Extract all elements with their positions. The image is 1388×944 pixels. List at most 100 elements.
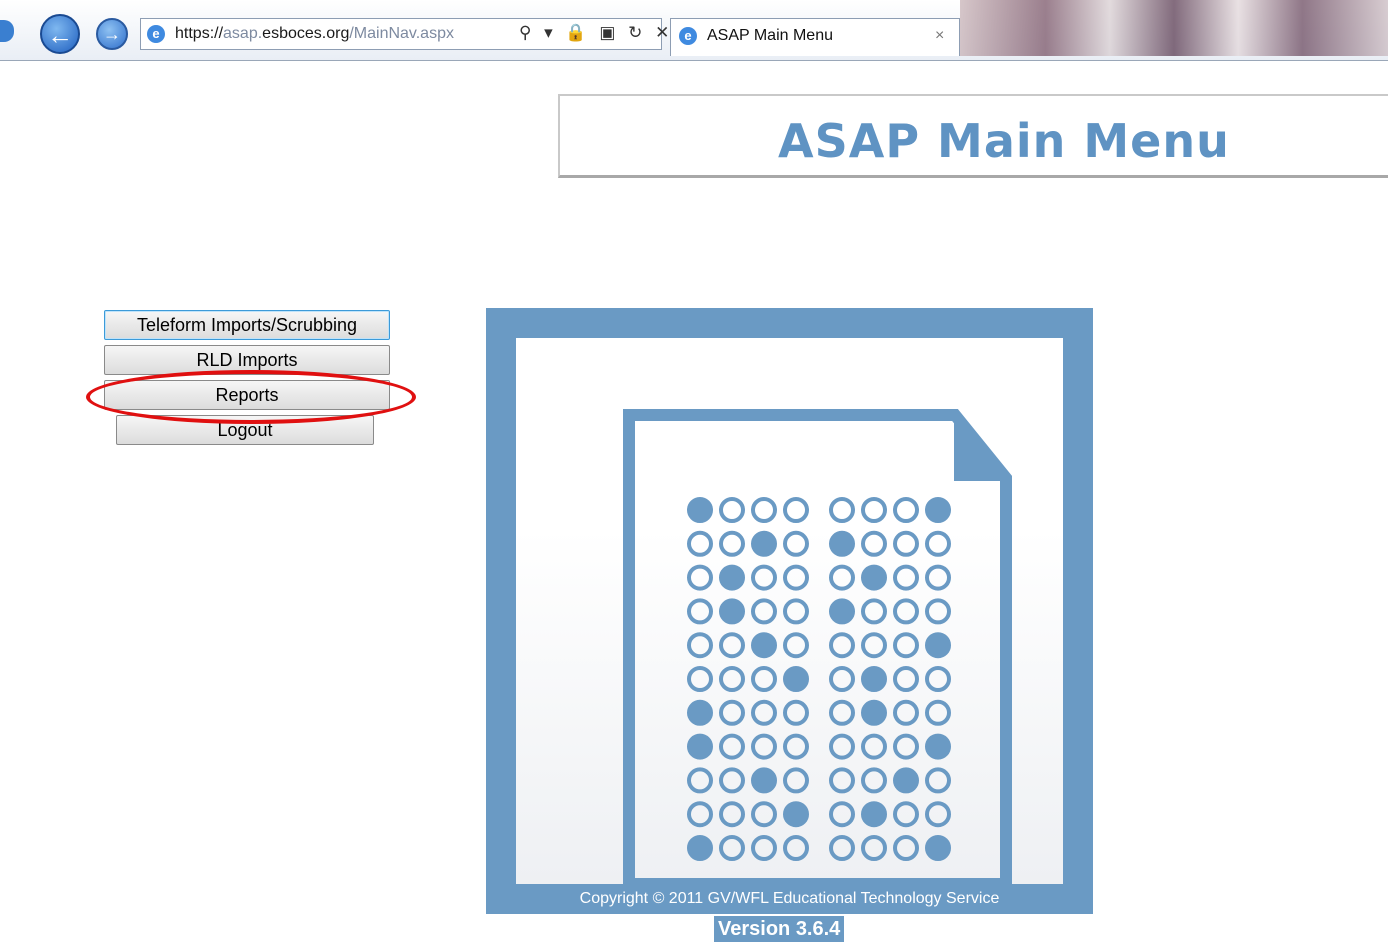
url-subdomain: asap. <box>223 25 263 42</box>
empty-bubble <box>893 733 919 760</box>
empty-bubble <box>829 733 855 760</box>
reports-button[interactable]: Reports <box>104 380 390 410</box>
empty-bubble <box>719 530 745 557</box>
desktop-background-strip <box>960 0 1388 56</box>
empty-bubble <box>719 666 745 692</box>
filled-bubble <box>687 497 713 523</box>
empty-bubble <box>829 632 855 659</box>
browser-tab[interactable]: e ASAP Main Menu × <box>670 18 960 56</box>
empty-bubble <box>893 530 919 557</box>
empty-bubble <box>751 835 777 861</box>
filled-bubble <box>751 530 777 557</box>
ie-app-icon <box>0 20 14 42</box>
version-label: Version 3.6.4 <box>714 916 845 942</box>
empty-bubble <box>893 497 919 523</box>
empty-bubble <box>687 530 713 557</box>
url-scheme: https:// <box>175 25 224 42</box>
logo-inner <box>516 338 1063 884</box>
empty-bubble <box>893 699 919 726</box>
empty-bubble <box>687 632 713 659</box>
empty-bubble <box>893 598 919 625</box>
tab-title: ASAP Main Menu <box>707 27 833 44</box>
empty-bubble <box>751 598 777 625</box>
empty-bubble <box>783 497 809 523</box>
empty-bubble <box>687 801 713 828</box>
empty-bubble <box>925 530 951 557</box>
url-domain: esboces.org <box>262 25 350 42</box>
address-bar-icons[interactable]: ⚲ ▾ 🔒 ▣ ↻ ✕ <box>519 23 673 43</box>
empty-bubble <box>861 835 887 861</box>
empty-bubble <box>783 835 809 861</box>
empty-bubble <box>783 530 809 557</box>
empty-bubble <box>751 497 777 523</box>
back-arrow-icon[interactable]: ← <box>40 14 80 54</box>
empty-bubble <box>893 564 919 591</box>
empty-bubble <box>893 835 919 861</box>
empty-bubble <box>783 767 809 794</box>
answer-sheet-icon <box>623 409 1012 884</box>
filled-bubble <box>687 835 713 861</box>
empty-bubble <box>925 801 951 828</box>
empty-bubble <box>861 767 887 794</box>
filled-bubble <box>861 666 887 692</box>
empty-bubble <box>861 733 887 760</box>
empty-bubble <box>751 733 777 760</box>
filled-bubble <box>893 767 919 794</box>
empty-bubble <box>829 835 855 861</box>
empty-bubble <box>829 699 855 726</box>
empty-bubble <box>751 801 777 828</box>
filled-bubble <box>829 598 855 625</box>
filled-bubble <box>783 666 809 692</box>
filled-bubble <box>861 699 887 726</box>
empty-bubble <box>861 497 887 523</box>
empty-bubble <box>719 767 745 794</box>
address-url[interactable]: https://asap.esboces.org/MainNav.aspx <box>175 25 454 43</box>
empty-bubble <box>925 564 951 591</box>
page-header: ASAP Main Menu <box>558 94 1388 178</box>
tab-close-icon[interactable]: × <box>935 27 944 45</box>
logout-button[interactable]: Logout <box>116 415 374 445</box>
filled-bubble <box>687 733 713 760</box>
empty-bubble <box>783 598 809 625</box>
filled-bubble <box>829 530 855 557</box>
empty-bubble <box>829 564 855 591</box>
filled-bubble <box>751 767 777 794</box>
empty-bubble <box>925 666 951 692</box>
empty-bubble <box>925 699 951 726</box>
filled-bubble <box>861 801 887 828</box>
filled-bubble <box>925 632 951 659</box>
empty-bubble <box>719 733 745 760</box>
empty-bubble <box>861 530 887 557</box>
page-title: ASAP Main Menu <box>778 114 1230 168</box>
filled-bubble <box>719 564 745 591</box>
empty-bubble <box>719 801 745 828</box>
empty-bubble <box>783 564 809 591</box>
address-bar[interactable]: e https://asap.esboces.org/MainNav.aspx … <box>140 18 669 50</box>
filled-bubble <box>687 699 713 726</box>
empty-bubble <box>893 666 919 692</box>
empty-bubble <box>861 598 887 625</box>
empty-bubble <box>719 632 745 659</box>
filled-bubble <box>751 632 777 659</box>
rld-imports-button[interactable]: RLD Imports <box>104 345 390 375</box>
filled-bubble <box>719 598 745 625</box>
filled-bubble <box>925 835 951 861</box>
empty-bubble <box>751 564 777 591</box>
empty-bubble <box>687 564 713 591</box>
teleform-imports-button[interactable]: Teleform Imports/Scrubbing <box>104 310 390 340</box>
app-logo-panel: Copyright © 2011 GV/WFL Educational Tech… <box>486 308 1093 914</box>
browser-toolbar: ← → e https://asap.esboces.org/MainNav.a… <box>0 0 1388 61</box>
empty-bubble <box>925 598 951 625</box>
empty-bubble <box>861 632 887 659</box>
bubble-grid <box>687 497 951 861</box>
filled-bubble <box>925 497 951 523</box>
empty-bubble <box>751 666 777 692</box>
forward-arrow-icon[interactable]: → <box>96 18 128 50</box>
empty-bubble <box>783 699 809 726</box>
filled-bubble <box>861 564 887 591</box>
empty-bubble <box>751 699 777 726</box>
empty-bubble <box>687 767 713 794</box>
empty-bubble <box>783 733 809 760</box>
empty-bubble <box>687 666 713 692</box>
empty-bubble <box>687 598 713 625</box>
